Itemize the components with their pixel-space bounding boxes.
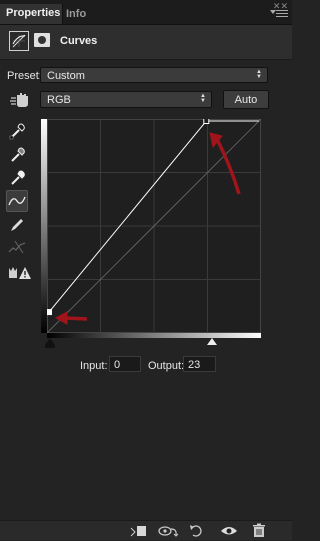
annotation-arrow-top xyxy=(209,132,241,195)
white-point-slider[interactable] xyxy=(207,338,217,345)
smooth-curve-icon xyxy=(7,238,27,258)
preset-dropdown[interactable]: Custom ▲ ▼ xyxy=(40,67,268,83)
curve-control-point[interactable] xyxy=(203,119,210,124)
clipping-warning-icon[interactable] xyxy=(7,262,31,282)
clip-to-layer-icon[interactable] xyxy=(129,523,147,538)
preset-value: Custom xyxy=(47,70,85,82)
bottom-toolbar xyxy=(0,520,292,540)
output-field[interactable]: 23 xyxy=(183,356,216,372)
updown-arrows-icon: ▲ ▼ xyxy=(256,69,262,80)
curve-edit-points-icon[interactable] xyxy=(6,190,28,212)
panel-menu-icon[interactable] xyxy=(270,10,288,20)
targeted-adjustment-hand-icon[interactable] xyxy=(8,92,30,108)
curves-graph[interactable] xyxy=(47,119,261,333)
pencil-draw-icon[interactable] xyxy=(7,215,27,235)
view-previous-state-icon[interactable] xyxy=(157,523,179,538)
eyedropper-black-point-icon[interactable] xyxy=(7,121,27,141)
eyedropper-white-point-icon[interactable] xyxy=(7,168,27,188)
preset-label: Preset: xyxy=(7,70,42,82)
channel-value: RGB xyxy=(47,94,71,106)
input-label: Input: xyxy=(80,360,108,372)
updown-arrows-icon: ▲ ▼ xyxy=(200,93,206,104)
layer-mask-icon[interactable] xyxy=(34,33,50,47)
tab-properties[interactable]: Properties xyxy=(0,4,63,24)
panel-title: Curves xyxy=(60,35,98,47)
channel-dropdown[interactable]: RGB ▲ ▼ xyxy=(40,91,212,108)
output-label: Output: xyxy=(148,360,185,372)
tab-info[interactable]: Info xyxy=(60,5,92,24)
black-point-slider[interactable] xyxy=(45,338,55,345)
visibility-eye-icon[interactable] xyxy=(220,523,238,538)
curve-control-point[interactable] xyxy=(47,309,52,316)
curves-adjustment-icon[interactable] xyxy=(9,31,29,51)
annotation-arrow-bottom xyxy=(54,311,88,325)
trash-icon[interactable] xyxy=(250,523,268,538)
reset-icon[interactable] xyxy=(188,523,206,538)
adjustment-header: Curves xyxy=(0,25,292,60)
input-field[interactable]: 0 xyxy=(109,356,141,372)
tab-bar: Properties Info ✕✕ xyxy=(0,0,292,25)
eyedropper-gray-point-icon[interactable] xyxy=(7,145,27,165)
input-gradient-bar xyxy=(47,333,261,338)
black-point-slider-base xyxy=(45,345,55,348)
auto-button[interactable]: Auto xyxy=(223,90,269,109)
